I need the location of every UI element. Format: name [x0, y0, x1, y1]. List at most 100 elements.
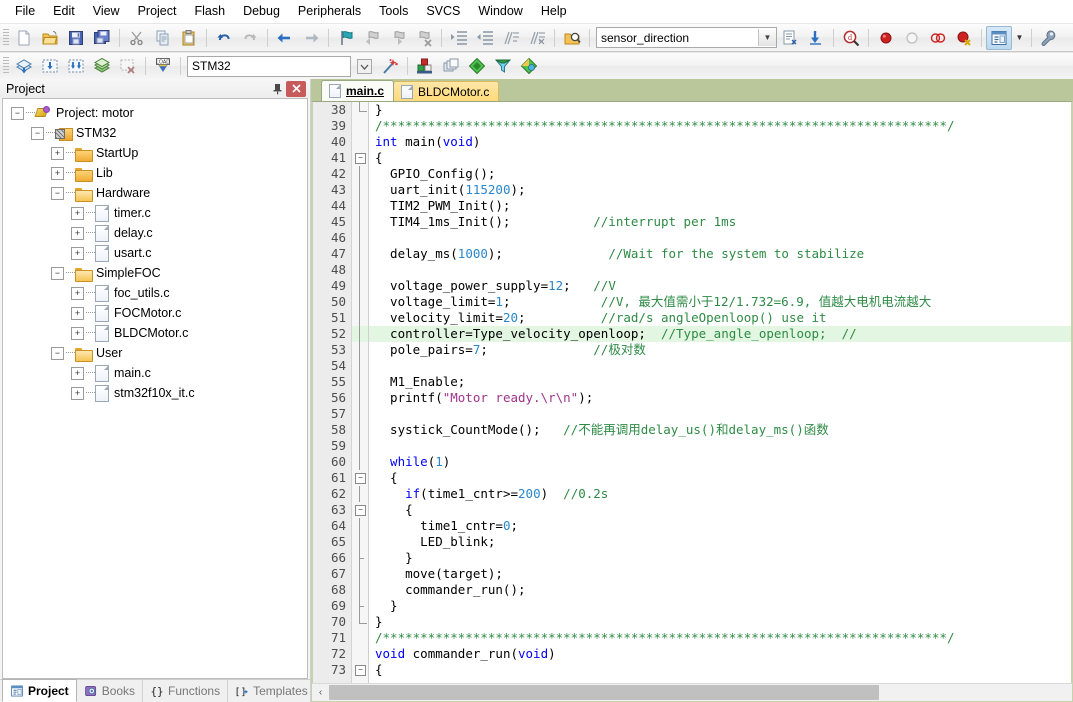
- tree-item-focmotor-c[interactable]: + FOCMotor.c: [3, 303, 307, 323]
- code-line[interactable]: systick_CountMode(); //不能再调用delay_us()和d…: [369, 422, 1071, 438]
- code-line[interactable]: move(target);: [369, 566, 1071, 582]
- code-line[interactable]: /***************************************…: [369, 118, 1071, 134]
- tree-item-bldcmotor-c[interactable]: + BLDCMotor.c: [3, 323, 307, 343]
- menu-item-edit[interactable]: Edit: [44, 2, 84, 20]
- panel-tab-project[interactable]: Project: [2, 679, 77, 702]
- fold-marker[interactable]: −: [352, 662, 368, 678]
- rebuild-all-button[interactable]: [63, 54, 89, 78]
- code-line[interactable]: /***************************************…: [369, 630, 1071, 646]
- menu-item-debug[interactable]: Debug: [234, 2, 289, 20]
- breakpoint-disable-button[interactable]: [899, 26, 925, 50]
- fold-collapse-icon[interactable]: −: [355, 473, 366, 484]
- tree-item-main-c[interactable]: + main.c: [3, 363, 307, 383]
- expand-plus-icon[interactable]: +: [71, 326, 84, 340]
- menu-item-view[interactable]: View: [84, 2, 129, 20]
- breakpoint-kill-all-button[interactable]: [925, 26, 951, 50]
- code-line[interactable]: voltage_power_supply=12; //V: [369, 278, 1071, 294]
- fold-collapse-icon[interactable]: −: [355, 153, 366, 164]
- tree-item-stm32f10x-it-c[interactable]: + stm32f10x_it.c: [3, 383, 307, 403]
- menu-item-window[interactable]: Window: [469, 2, 531, 20]
- open-file-button[interactable]: [37, 26, 63, 50]
- expand-plus-icon[interactable]: +: [71, 246, 84, 260]
- comment-button[interactable]: [498, 26, 524, 50]
- tree-item-startup[interactable]: + StartUp: [3, 143, 307, 163]
- bookmark-clear-button[interactable]: [411, 26, 437, 50]
- save-button[interactable]: [63, 26, 89, 50]
- code-line[interactable]: }: [369, 598, 1071, 614]
- collapse-minus-icon[interactable]: −: [11, 106, 24, 120]
- start-debug-button[interactable]: d: [838, 26, 864, 50]
- filter-button[interactable]: [490, 54, 516, 78]
- tree-item-delay-c[interactable]: + delay.c: [3, 223, 307, 243]
- translate-file-button[interactable]: [11, 54, 37, 78]
- code-line[interactable]: void commander_run(void): [369, 646, 1071, 662]
- code-line[interactable]: delay_ms(1000); //Wait for the system to…: [369, 246, 1071, 262]
- code-line[interactable]: velocity_limit=20; //rad/s angleOpenloop…: [369, 310, 1071, 326]
- hscroll-track[interactable]: [329, 685, 1072, 700]
- tree-item-foc-utils-c[interactable]: + foc_utils.c: [3, 283, 307, 303]
- download-button[interactable]: LOAD: [150, 54, 176, 78]
- menu-item-tools[interactable]: Tools: [370, 2, 417, 20]
- manage-run-time-button[interactable]: [516, 54, 542, 78]
- fold-collapse-icon[interactable]: −: [355, 665, 366, 676]
- download-to-flash-button[interactable]: [803, 26, 829, 50]
- bookmark-prev-button[interactable]: [359, 26, 385, 50]
- code-line[interactable]: LED_blink;: [369, 534, 1071, 550]
- device-target-select[interactable]: STM32: [187, 55, 351, 77]
- target-select[interactable]: sensor_direction ▼: [596, 27, 777, 48]
- menu-item-svcs[interactable]: SVCS: [417, 2, 469, 20]
- batch-build-button[interactable]: [89, 54, 115, 78]
- pack-installer-button[interactable]: [464, 54, 490, 78]
- code-line[interactable]: }: [369, 102, 1071, 118]
- undo-button[interactable]: [211, 26, 237, 50]
- code-line[interactable]: GPIO_Config();: [369, 166, 1071, 182]
- close-panel-button[interactable]: [286, 80, 306, 97]
- expand-plus-icon[interactable]: +: [51, 166, 64, 180]
- bookmark-next-button[interactable]: [385, 26, 411, 50]
- code-line[interactable]: voltage_limit=1; //V, 最大值需小于12/1.732=6.9…: [369, 294, 1071, 310]
- breakpoint-insert-button[interactable]: [873, 26, 899, 50]
- expand-plus-icon[interactable]: +: [71, 286, 84, 300]
- expand-plus-icon[interactable]: +: [71, 386, 84, 400]
- toolbar-grip[interactable]: [3, 28, 9, 47]
- panel-tab-functions[interactable]: {} Functions: [143, 680, 229, 702]
- indent-left-button[interactable]: [472, 26, 498, 50]
- tree-item-simplefoc[interactable]: − SimpleFOC: [3, 263, 307, 283]
- redo-button[interactable]: [237, 26, 263, 50]
- paste-button[interactable]: [176, 26, 202, 50]
- configure-button[interactable]: [1036, 26, 1062, 50]
- code-line[interactable]: if(time1_cntr>=200) //0.2s: [369, 486, 1071, 502]
- panel-tab-books[interactable]: Books: [77, 680, 144, 702]
- code-line[interactable]: uart_init(115200);: [369, 182, 1071, 198]
- hscroll-thumb[interactable]: [329, 685, 879, 700]
- indent-right-button[interactable]: [446, 26, 472, 50]
- code-line[interactable]: time1_cntr=0;: [369, 518, 1071, 534]
- fold-marker[interactable]: −: [352, 470, 368, 486]
- panel-tab-templates[interactable]: [] Templates: [228, 680, 316, 702]
- expand-plus-icon[interactable]: +: [71, 206, 84, 220]
- collapse-minus-icon[interactable]: −: [51, 346, 64, 360]
- fold-marker[interactable]: −: [352, 150, 368, 166]
- code-line[interactable]: [369, 358, 1071, 374]
- code-line[interactable]: while(1): [369, 454, 1071, 470]
- expand-plus-icon[interactable]: +: [71, 366, 84, 380]
- scroll-left-arrow-icon[interactable]: ‹: [312, 685, 329, 700]
- tree-item-project-motor[interactable]: − Project: motor: [3, 103, 307, 123]
- code-folding-column[interactable]: − − − −: [352, 102, 369, 683]
- toolbar-grip-2[interactable]: [3, 57, 9, 75]
- code-line[interactable]: {: [369, 470, 1071, 486]
- tree-item-stm32[interactable]: − STM32: [3, 123, 307, 143]
- collapse-minus-icon[interactable]: −: [51, 186, 64, 200]
- code-line[interactable]: }: [369, 614, 1071, 630]
- code-line[interactable]: [369, 406, 1071, 422]
- menu-item-peripherals[interactable]: Peripherals: [289, 2, 370, 20]
- code-editor[interactable]: 38 39 40 41 42 43 44 45 46 47 48 49 50 51 52 53 54 55 56 57…: [311, 101, 1073, 683]
- target-options-button[interactable]: [777, 26, 803, 50]
- tree-item-usart-c[interactable]: + usart.c: [3, 243, 307, 263]
- code-text[interactable]: }/**************************************…: [369, 102, 1071, 683]
- code-line[interactable]: controller=Type_velocity_openloop; //Typ…: [369, 326, 1071, 342]
- save-all-button[interactable]: [89, 26, 115, 50]
- chevron-down-icon[interactable]: ▼: [758, 29, 776, 46]
- tree-item-user[interactable]: − User: [3, 343, 307, 363]
- expand-plus-icon[interactable]: +: [51, 146, 64, 160]
